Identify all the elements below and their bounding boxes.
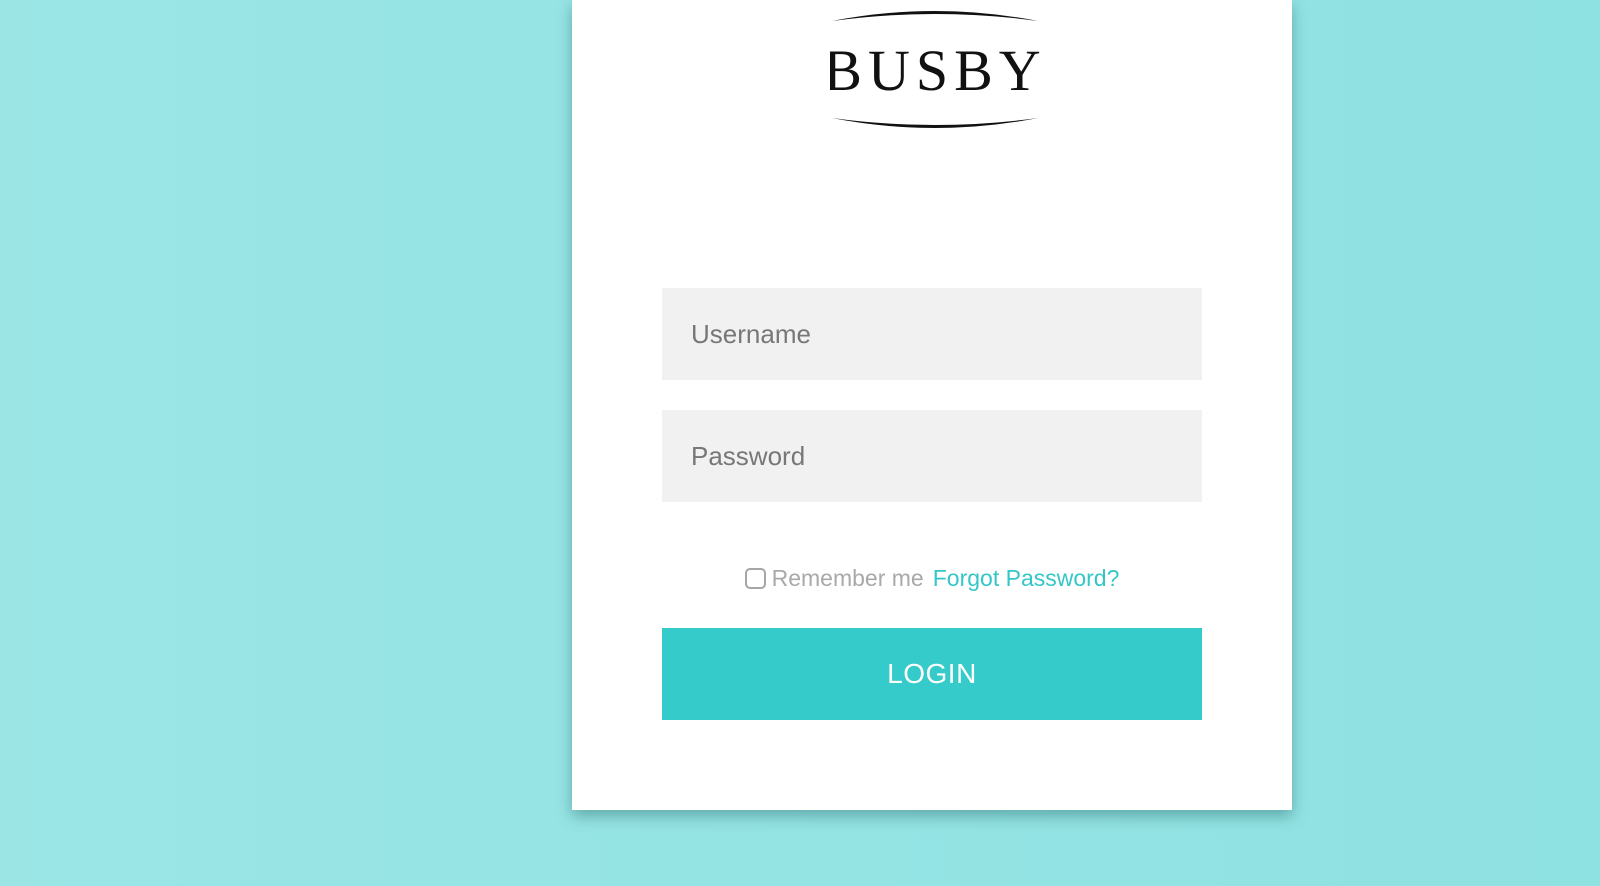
login-card: BUSBY Remember me Forgot Password? LOGIN — [572, 0, 1292, 810]
login-button[interactable]: LOGIN — [662, 628, 1202, 720]
remember-row: Remember me Forgot Password? — [572, 563, 1292, 593]
password-input[interactable] — [662, 410, 1202, 502]
remember-me-label: Remember me — [771, 564, 924, 591]
logo-wordmark: BUSBY — [830, 38, 1040, 103]
busby-logo: BUSBY — [830, 0, 1040, 140]
busby-logo-icon: BUSBY — [830, 11, 1040, 128]
username-input[interactable] — [662, 288, 1202, 380]
remember-me-checkbox[interactable] — [744, 567, 766, 589]
login-page: BUSBY Remember me Forgot Password? LOGIN — [0, 0, 1600, 886]
forgot-password-link[interactable]: Forgot Password? — [933, 565, 1120, 592]
